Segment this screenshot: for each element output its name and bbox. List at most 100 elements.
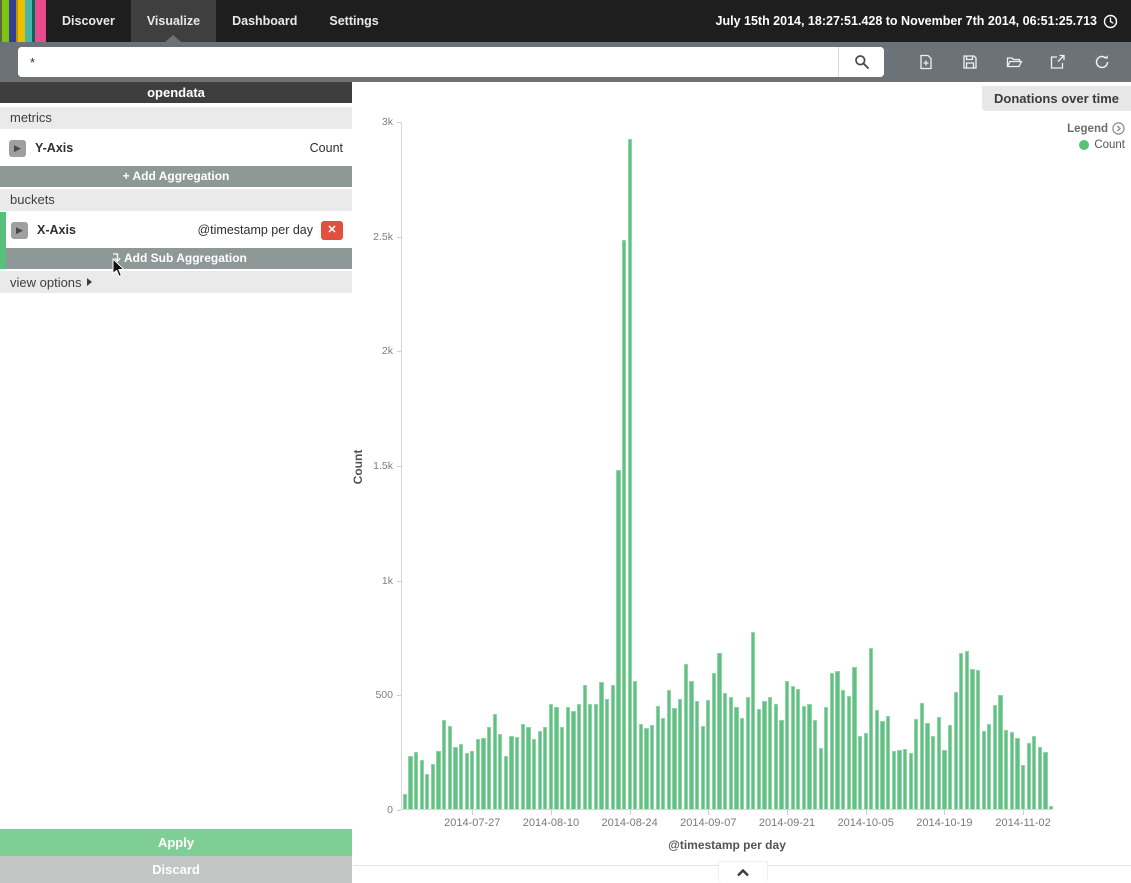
bar[interactable] xyxy=(801,705,806,809)
bar[interactable] xyxy=(616,469,621,809)
bar[interactable] xyxy=(880,721,885,809)
bar[interactable] xyxy=(655,705,660,809)
bar[interactable] xyxy=(762,701,767,809)
bar[interactable] xyxy=(1009,732,1014,809)
bar[interactable] xyxy=(571,710,576,809)
search-button[interactable] xyxy=(838,47,884,77)
bar[interactable] xyxy=(886,716,891,809)
bar[interactable] xyxy=(520,723,525,809)
bar[interactable] xyxy=(987,723,992,809)
bar[interactable] xyxy=(576,703,582,809)
bar[interactable] xyxy=(739,718,745,809)
bar[interactable] xyxy=(857,735,863,809)
bar[interactable] xyxy=(700,726,705,809)
refresh-button[interactable] xyxy=(1080,47,1124,77)
bar[interactable] xyxy=(1015,737,1020,809)
bar[interactable] xyxy=(745,696,750,809)
share-button[interactable] xyxy=(1036,47,1080,77)
bar[interactable] xyxy=(560,727,565,809)
bar[interactable] xyxy=(981,731,986,809)
bar[interactable] xyxy=(947,724,953,809)
bar[interactable] xyxy=(683,663,688,809)
bar[interactable] xyxy=(908,753,913,809)
bar[interactable] xyxy=(936,717,941,809)
bar[interactable] xyxy=(874,709,880,809)
bar[interactable] xyxy=(605,698,610,809)
bar[interactable] xyxy=(610,685,615,809)
nav-tab-discover[interactable]: Discover xyxy=(46,0,131,42)
bar[interactable] xyxy=(599,682,604,809)
bar[interactable] xyxy=(998,694,1003,809)
bar[interactable] xyxy=(964,650,969,809)
bar[interactable] xyxy=(1043,751,1048,809)
bar[interactable] xyxy=(498,734,503,809)
bar[interactable] xyxy=(953,692,958,809)
bar[interactable] xyxy=(666,690,672,809)
bar[interactable] xyxy=(723,693,728,809)
bar[interactable] xyxy=(863,733,868,809)
bar[interactable] xyxy=(402,794,407,809)
bar[interactable] xyxy=(751,631,756,809)
bar[interactable] xyxy=(728,696,733,809)
bar[interactable] xyxy=(425,773,430,809)
bar[interactable] xyxy=(734,706,739,809)
bar[interactable] xyxy=(902,748,908,809)
bar[interactable] xyxy=(509,735,514,809)
bar[interactable] xyxy=(475,738,480,809)
y-axis-toggle-button[interactable]: ▶ xyxy=(9,139,26,157)
bar[interactable] xyxy=(408,755,413,809)
nav-tab-settings[interactable]: Settings xyxy=(313,0,394,42)
bar[interactable] xyxy=(841,690,846,809)
bar[interactable] xyxy=(481,737,486,809)
bar[interactable] xyxy=(515,737,520,809)
bar[interactable] xyxy=(554,706,559,809)
bar[interactable] xyxy=(976,669,981,809)
bar[interactable] xyxy=(464,753,469,809)
discard-button[interactable]: Discard xyxy=(0,856,352,883)
bar[interactable] xyxy=(436,750,441,809)
bar[interactable] xyxy=(644,727,649,809)
bar[interactable] xyxy=(756,708,762,809)
bar[interactable] xyxy=(661,718,666,809)
bar[interactable] xyxy=(829,672,835,809)
bar[interactable] xyxy=(824,707,829,809)
legend-toggle[interactable]: Legend xyxy=(1067,122,1125,135)
bar[interactable] xyxy=(650,725,655,809)
collapse-panel-tab[interactable] xyxy=(718,861,768,883)
bar[interactable] xyxy=(706,700,711,809)
bar[interactable] xyxy=(526,727,531,809)
bar[interactable] xyxy=(689,680,694,809)
bar[interactable] xyxy=(813,719,818,809)
save-button[interactable] xyxy=(948,47,992,77)
bar[interactable] xyxy=(548,703,554,809)
bar[interactable] xyxy=(447,725,452,809)
bar[interactable] xyxy=(430,764,436,809)
bar[interactable] xyxy=(773,703,778,809)
bar[interactable] xyxy=(942,749,947,809)
bar[interactable] xyxy=(633,680,638,809)
bar[interactable] xyxy=(925,723,930,809)
nav-tab-dashboard[interactable]: Dashboard xyxy=(216,0,313,42)
bar[interactable] xyxy=(453,747,458,809)
bar[interactable] xyxy=(897,750,902,809)
bar[interactable] xyxy=(621,240,627,809)
bar[interactable] xyxy=(717,653,722,809)
bar[interactable] xyxy=(846,695,851,809)
bar[interactable] xyxy=(779,719,784,809)
bar[interactable] xyxy=(1004,729,1009,809)
bar[interactable] xyxy=(419,759,424,809)
bar[interactable] xyxy=(593,703,599,809)
bar[interactable] xyxy=(796,688,801,809)
bar[interactable] xyxy=(458,743,464,809)
apply-button[interactable]: Apply xyxy=(0,829,352,856)
bar[interactable] xyxy=(914,719,919,809)
bar[interactable] xyxy=(470,751,475,809)
bar[interactable] xyxy=(711,673,717,809)
time-picker[interactable]: July 15th 2014, 18:27:51.428 to November… xyxy=(716,0,1131,42)
new-visualization-button[interactable] xyxy=(904,47,948,77)
bar[interactable] xyxy=(582,685,587,809)
bar[interactable] xyxy=(835,671,840,809)
bar[interactable] xyxy=(588,703,593,809)
bar[interactable] xyxy=(919,703,925,809)
bar[interactable] xyxy=(784,680,790,809)
